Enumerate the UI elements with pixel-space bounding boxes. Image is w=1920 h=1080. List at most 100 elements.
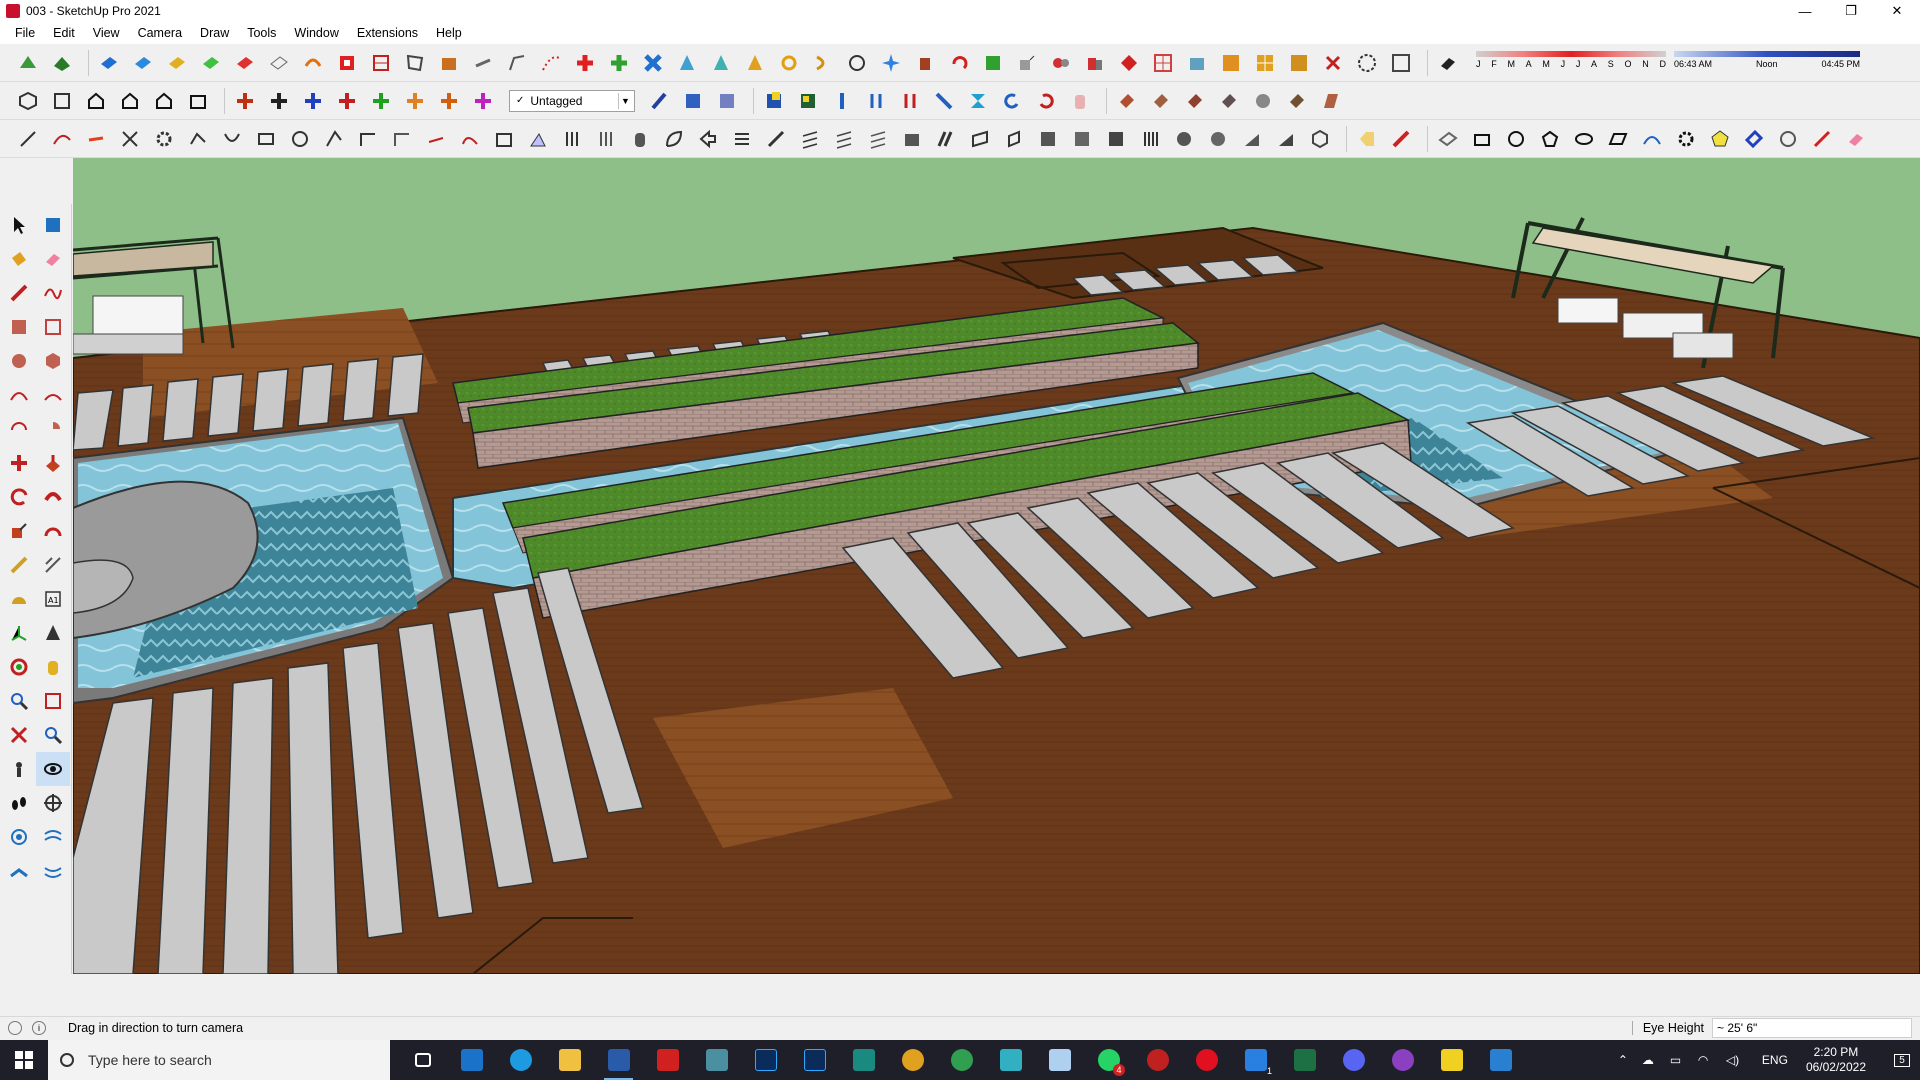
look-around-icon[interactable] xyxy=(36,752,70,786)
star-move-icon[interactable] xyxy=(877,49,905,77)
tile-icon[interactable] xyxy=(898,125,926,153)
scissors-icon[interactable] xyxy=(116,125,144,153)
previous-view-icon[interactable] xyxy=(36,718,70,752)
ramp-2-icon[interactable] xyxy=(1272,125,1300,153)
spiral-icon[interactable] xyxy=(1170,125,1198,153)
move-tool-black-icon[interactable] xyxy=(265,87,293,115)
orange-grid-2-icon[interactable] xyxy=(1251,49,1279,77)
grid-pattern-icon[interactable] xyxy=(1034,125,1062,153)
polygon-tool-icon[interactable] xyxy=(36,344,70,378)
minimize-button[interactable]: — xyxy=(1782,0,1828,22)
rectangle-icon[interactable] xyxy=(1468,125,1496,153)
fan-icon[interactable] xyxy=(1204,125,1232,153)
sandbox-from-contours-icon[interactable] xyxy=(2,820,36,854)
plane-blank-icon[interactable] xyxy=(1434,125,1462,153)
calculator-icon[interactable] xyxy=(447,1040,496,1080)
profile-icon[interactable] xyxy=(966,125,994,153)
material-3-icon[interactable] xyxy=(1181,87,1209,115)
red-cross-icon[interactable] xyxy=(571,49,599,77)
red-gears-icon[interactable] xyxy=(1047,49,1075,77)
photoshop-2-icon[interactable] xyxy=(790,1040,839,1080)
sweep-icon[interactable] xyxy=(503,49,531,77)
model-info-icon[interactable] xyxy=(14,49,42,77)
undo-red-icon[interactable] xyxy=(945,49,973,77)
app-g-icon[interactable] xyxy=(1133,1040,1182,1080)
move-tool-blue-icon[interactable] xyxy=(299,87,327,115)
app-lumion-icon[interactable] xyxy=(986,1040,1035,1080)
front-view-icon[interactable] xyxy=(82,87,110,115)
3d-text-icon[interactable] xyxy=(36,616,70,650)
profile-2-icon[interactable] xyxy=(1000,125,1028,153)
grid-select-icon[interactable] xyxy=(1387,49,1415,77)
menu-draw[interactable]: Draw xyxy=(191,26,238,40)
slash-lines-icon[interactable] xyxy=(762,125,790,153)
sandbox-from-scratch-icon[interactable] xyxy=(36,820,70,854)
info-icon[interactable]: i xyxy=(32,1020,46,1035)
two-point-arc-icon[interactable] xyxy=(36,378,70,412)
column-2-icon[interactable] xyxy=(592,125,620,153)
pencil-red-icon[interactable] xyxy=(1387,125,1415,153)
menu-window[interactable]: Window xyxy=(285,26,347,40)
discord-icon[interactable] xyxy=(1329,1040,1378,1080)
move-tool-red-icon[interactable] xyxy=(333,87,361,115)
gear-icon[interactable] xyxy=(150,125,178,153)
spiral-shape-icon[interactable] xyxy=(1774,125,1802,153)
line-dots-icon[interactable] xyxy=(14,125,42,153)
move-tool-magenta-icon[interactable] xyxy=(469,87,497,115)
chrome-icon[interactable] xyxy=(888,1040,937,1080)
axes-tool-icon[interactable] xyxy=(2,616,36,650)
stripes-icon[interactable] xyxy=(932,125,960,153)
eraser-shadow-icon[interactable] xyxy=(1434,49,1462,77)
stairs-icon[interactable] xyxy=(490,125,518,153)
solid-push-icon[interactable] xyxy=(231,87,259,115)
parallelogram-icon[interactable] xyxy=(1604,125,1632,153)
arrow-shape-icon[interactable] xyxy=(694,125,722,153)
material-brown-icon[interactable] xyxy=(1113,87,1141,115)
material-5-icon[interactable] xyxy=(1249,87,1277,115)
iso-view-icon[interactable] xyxy=(14,87,42,115)
components-icon[interactable] xyxy=(48,49,76,77)
green-plane-icon[interactable] xyxy=(197,49,225,77)
grid-box-icon[interactable] xyxy=(367,49,395,77)
fillet-icon[interactable] xyxy=(184,125,212,153)
leaf-icon[interactable] xyxy=(660,125,688,153)
edge-icon[interactable] xyxy=(496,1040,545,1080)
hourglass-icon[interactable] xyxy=(964,87,992,115)
menu-file[interactable]: File xyxy=(6,26,44,40)
multi-line-icon[interactable] xyxy=(796,125,824,153)
zoom-extents-icon[interactable] xyxy=(2,718,36,752)
stamp-icon[interactable] xyxy=(36,854,70,888)
red-diamond-icon[interactable] xyxy=(1115,49,1143,77)
grid-tool-icon[interactable] xyxy=(1149,49,1177,77)
arc-blue-icon[interactable] xyxy=(1638,125,1666,153)
opera-icon[interactable] xyxy=(1182,1040,1231,1080)
bars-icon[interactable] xyxy=(1136,125,1164,153)
menu-camera[interactable]: Camera xyxy=(129,26,191,40)
move-tool-orange2-icon[interactable] xyxy=(435,87,463,115)
slope-icon[interactable] xyxy=(524,125,552,153)
tape-measure-icon[interactable] xyxy=(2,548,36,582)
whatsapp-icon[interactable]: 4 xyxy=(1084,1040,1133,1080)
pyramid-icon[interactable] xyxy=(741,49,769,77)
red-plane-icon[interactable] xyxy=(231,49,259,77)
left-view-icon[interactable] xyxy=(184,87,212,115)
pink-eraser-icon[interactable] xyxy=(1842,125,1870,153)
rotate-blue-icon[interactable] xyxy=(998,87,1026,115)
zoom-icon[interactable] xyxy=(2,684,36,718)
chevron-up-icon[interactable]: ⌃ xyxy=(1618,1053,1628,1067)
building-icon[interactable] xyxy=(435,49,463,77)
loop-icon[interactable] xyxy=(775,49,803,77)
pie-icon[interactable] xyxy=(36,412,70,446)
rotate-red-icon[interactable] xyxy=(1032,87,1060,115)
ramp-icon[interactable] xyxy=(1238,125,1266,153)
chain-icon[interactable] xyxy=(469,49,497,77)
curve-red-icon[interactable] xyxy=(48,125,76,153)
corner-icon[interactable] xyxy=(354,125,382,153)
comb-icon[interactable] xyxy=(728,125,756,153)
orange-grid-3-icon[interactable] xyxy=(1285,49,1313,77)
offset-tool-icon[interactable] xyxy=(36,514,70,548)
three-point-arc-icon[interactable] xyxy=(2,412,36,446)
paint-bucket-icon[interactable] xyxy=(2,242,36,276)
multi-line-2-icon[interactable] xyxy=(830,125,858,153)
style-hidden-icon[interactable] xyxy=(645,87,673,115)
